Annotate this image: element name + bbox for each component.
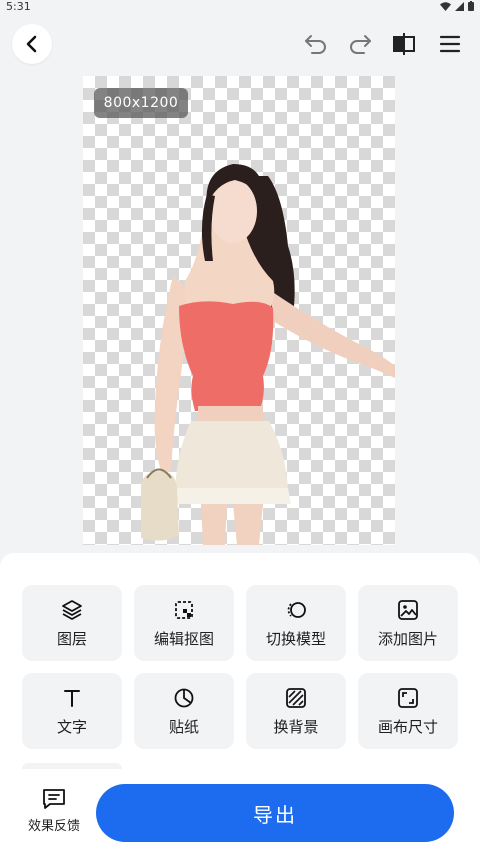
tool-sticker[interactable]: 贴纸 [134, 673, 234, 749]
tool-add-image[interactable]: 添加图片 [358, 585, 458, 661]
edit-canvas[interactable] [83, 76, 395, 545]
cutout-subject-image [141, 164, 395, 545]
feedback-button[interactable]: 效果反馈 [20, 787, 88, 839]
tool-layers-label: 图层 [56, 629, 87, 648]
export-button[interactable]: 导出 [96, 784, 454, 842]
switch-model-icon [284, 598, 308, 622]
menu-button[interactable] [436, 30, 464, 58]
compare-icon [393, 33, 415, 55]
battery-icon [468, 1, 474, 11]
tool-change-background[interactable]: 换背景 [246, 673, 346, 749]
undo-icon [305, 35, 326, 54]
redo-icon [350, 35, 371, 54]
tool-text-label: 文字 [56, 717, 87, 736]
canvas-size-icon [396, 686, 420, 710]
tool-switch-model-label: 切换模型 [265, 629, 326, 648]
tool-add-image-label: 添加图片 [377, 629, 438, 648]
tool-canvas-size-label: 画布尺寸 [377, 717, 438, 736]
tool-change-background-label: 换背景 [273, 717, 319, 736]
chevron-left-icon [26, 35, 37, 53]
edit-cutout-icon [172, 598, 196, 622]
signal-icon [455, 1, 464, 11]
tools-grid: 图层 编辑抠图 切换模型 添加图片 文字 贴纸 换背景 画布尺寸 [22, 585, 458, 749]
status-time: 5:31 [6, 0, 31, 13]
tool-sticker-label: 贴纸 [168, 717, 199, 736]
status-bar: 5:31 [0, 0, 480, 14]
tool-canvas-size[interactable]: 画布尺寸 [358, 673, 458, 749]
tool-layers[interactable]: 图层 [22, 585, 122, 661]
tool-text[interactable]: 文字 [22, 673, 122, 749]
tool-edit-cutout[interactable]: 编辑抠图 [134, 585, 234, 661]
status-icons [440, 1, 474, 11]
feedback-icon [43, 789, 65, 809]
background-icon [284, 686, 308, 710]
more-tools-row-edge [22, 763, 122, 769]
text-icon [60, 686, 84, 710]
image-icon [396, 598, 420, 622]
canvas-size-badge: 800x1200 [94, 88, 188, 118]
tool-switch-model[interactable]: 切换模型 [246, 585, 346, 661]
wifi-icon [440, 1, 451, 11]
tool-edit-cutout-label: 编辑抠图 [153, 629, 214, 648]
compare-button[interactable] [390, 30, 418, 58]
layers-icon [60, 598, 84, 622]
redo-button[interactable] [346, 30, 374, 58]
sticker-icon [172, 686, 196, 710]
tools-panel: 图层 编辑抠图 切换模型 添加图片 文字 贴纸 换背景 画布尺寸 效果反馈 导出 [0, 553, 480, 855]
menu-icon [439, 35, 461, 53]
back-button[interactable] [12, 24, 52, 64]
feedback-label: 效果反馈 [27, 819, 80, 834]
undo-button[interactable] [302, 30, 330, 58]
top-toolbar [0, 14, 480, 74]
